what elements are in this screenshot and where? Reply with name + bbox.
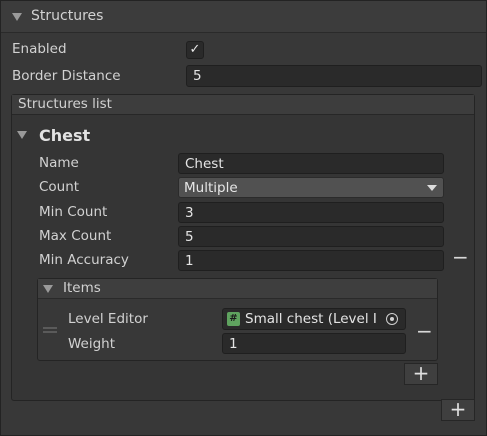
level-editor-label: Level Editor: [68, 311, 148, 327]
max-count-field[interactable]: 5: [178, 226, 444, 247]
enabled-checkbox[interactable]: ✓: [186, 41, 204, 59]
drag-handle-line: [43, 331, 57, 333]
name-label: Name: [39, 155, 79, 171]
object-picker-icon[interactable]: [386, 313, 398, 325]
structures-list-label: Structures list: [18, 96, 112, 112]
min-accuracy-field[interactable]: 1: [178, 250, 444, 271]
weight-field[interactable]: 1: [222, 333, 406, 354]
chest-foldout-arrow-icon[interactable]: [17, 131, 27, 139]
checkmark-icon: ✓: [189, 42, 201, 57]
count-dropdown[interactable]: Multiple: [178, 177, 444, 198]
add-structure-button[interactable]: +: [441, 399, 475, 421]
border-distance-field[interactable]: 5: [186, 65, 482, 87]
items-label: Items: [63, 280, 101, 296]
count-label: Count: [39, 179, 80, 195]
foldout-arrow-icon[interactable]: [12, 13, 22, 21]
level-editor-object-field[interactable]: Small chest (Level I: [222, 308, 406, 330]
min-count-field[interactable]: 3: [178, 202, 444, 223]
weight-label: Weight: [68, 336, 116, 352]
remove-element-button[interactable]: −: [452, 247, 469, 267]
min-accuracy-label: Min Accuracy: [39, 252, 129, 268]
remove-item-button[interactable]: −: [416, 321, 433, 341]
panel-title: Structures: [31, 8, 104, 24]
script-asset-icon: #: [227, 312, 240, 326]
enabled-label: Enabled: [12, 41, 67, 57]
min-count-label: Min Count: [39, 204, 108, 220]
count-dropdown-value: Multiple: [184, 180, 238, 196]
add-item-button[interactable]: +: [404, 363, 438, 385]
chest-title[interactable]: Chest: [39, 126, 90, 145]
border-distance-label: Border Distance: [12, 68, 121, 84]
name-field[interactable]: Chest: [178, 153, 444, 174]
items-foldout-arrow-icon[interactable]: [43, 285, 53, 293]
chevron-down-icon: [427, 185, 437, 191]
max-count-label: Max Count: [39, 228, 112, 244]
drag-handle-icon[interactable]: [43, 327, 57, 329]
